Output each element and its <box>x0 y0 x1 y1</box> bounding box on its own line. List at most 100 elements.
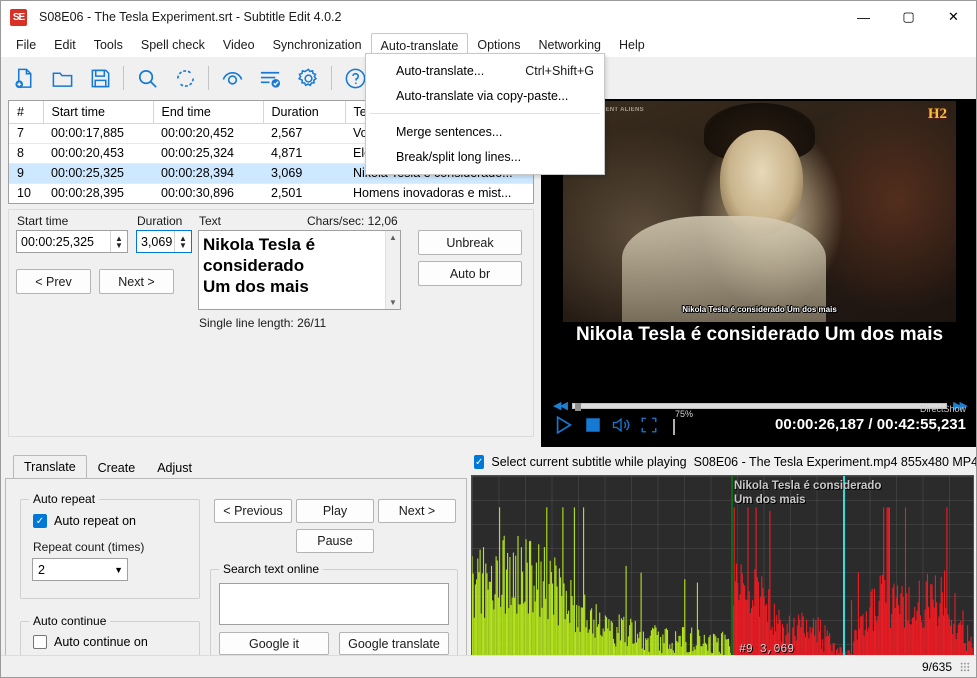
subtitle-text-value: Nikola Tesla é considerado Um dos mais <box>203 235 316 296</box>
start-time-stepper[interactable]: ▲ ▼ <box>110 231 127 252</box>
previous-button[interactable]: < Previous <box>214 499 292 523</box>
cell-end-time: 00:00:30,896 <box>153 183 263 203</box>
stop-icon[interactable] <box>584 416 602 437</box>
video-engine-label: DirectShow <box>919 404 966 414</box>
search-text-input[interactable] <box>219 583 449 625</box>
media-file-info: S08E06 - The Tesla Experiment.mp4 855x48… <box>693 455 977 469</box>
select-current-subtitle-checkbox[interactable]: ✓ <box>474 455 485 469</box>
play-icon[interactable] <box>553 414 575 439</box>
fullscreen-icon[interactable] <box>640 416 658 437</box>
rewind-icon[interactable]: ◀◀ <box>553 399 568 412</box>
menu-option-break-split-long-lines[interactable]: Break/split long lines... <box>366 144 604 169</box>
open-folder-icon[interactable] <box>43 59 81 97</box>
menu-item-spell-check[interactable]: Spell check <box>132 33 214 57</box>
scroll-down-icon[interactable]: ▼ <box>389 298 397 307</box>
seek-rail[interactable] <box>571 402 948 411</box>
text-scrollbar[interactable]: ▲ ▼ <box>385 231 400 309</box>
save-icon[interactable] <box>81 59 119 97</box>
duration-input[interactable]: 3,069 ▲ ▼ <box>136 230 192 253</box>
play-button[interactable]: Play <box>296 499 374 523</box>
seek-thumb[interactable] <box>574 402 581 411</box>
duration-label: Duration <box>137 214 183 228</box>
column-header-start-time[interactable]: Start time <box>43 101 154 124</box>
next-subtitle-button[interactable]: Next > <box>99 269 174 294</box>
volume-rail[interactable] <box>673 418 675 435</box>
minimize-button[interactable]: — <box>841 1 886 33</box>
table-row[interactable]: 10 00:00:28,395 00:00:30,896 2,501 Homen… <box>9 183 533 203</box>
video-frame[interactable]: NOWANCIENT ALIENS H2 Nikola Tesla é cons… <box>563 101 956 322</box>
auto-repeat-checkbox[interactable]: ✓ <box>33 514 47 528</box>
duration-stepper[interactable]: ▲ ▼ <box>174 231 191 252</box>
title-bar: SE S08E06 - The Tesla Experiment.srt - S… <box>1 1 976 33</box>
chars-per-sec-label: Chars/sec: 12,06 <box>307 214 398 228</box>
unbreak-button[interactable]: Unbreak <box>418 230 522 255</box>
menu-item-tools[interactable]: Tools <box>85 33 132 57</box>
stepper-down-icon: ▼ <box>115 240 123 250</box>
menu-option-label: Merge sentences... <box>396 124 503 139</box>
scroll-up-icon[interactable]: ▲ <box>389 233 397 242</box>
resize-grip[interactable] <box>960 661 970 672</box>
tab-create[interactable]: Create <box>87 456 147 479</box>
repeat-count-select[interactable]: 2 ▼ <box>32 558 128 581</box>
menu-option-merge-sentences[interactable]: Merge sentences... <box>366 119 604 144</box>
column-header-duration[interactable]: Duration <box>263 101 346 124</box>
search-text-value <box>220 584 448 590</box>
menu-item-help[interactable]: Help <box>610 33 654 57</box>
search-icon[interactable] <box>128 59 166 97</box>
waveform-header: ✓ Select current subtitle while playing … <box>467 451 977 473</box>
menu-separator <box>370 113 600 114</box>
window-controls: — ▢ ✕ <box>841 1 976 33</box>
menu-option-auto-translate-copy-paste[interactable]: Auto-translate via copy-paste... <box>366 83 604 108</box>
maximize-button[interactable]: ▢ <box>886 1 931 33</box>
cell-end-time: 00:00:25,324 <box>153 143 263 164</box>
google-it-button[interactable]: Google it <box>219 632 329 655</box>
waveform-graph <box>472 507 973 676</box>
auto-repeat-checkbox-row[interactable]: ✓ Auto repeat on <box>33 514 136 528</box>
toolbar-separator <box>331 66 332 90</box>
start-time-input[interactable]: 00:00:25,325 ▲ ▼ <box>16 230 128 253</box>
new-file-icon[interactable] <box>5 59 43 97</box>
auto-br-button[interactable]: Auto br <box>418 261 522 286</box>
prev-subtitle-button[interactable]: < Prev <box>16 269 91 294</box>
volume-icon[interactable] <box>611 415 631 438</box>
waveform-subtitle-text: Nikola Tesla é considerado Um dos mais <box>734 480 882 506</box>
pause-button[interactable]: Pause <box>296 529 374 553</box>
waveform-display[interactable]: Nikola Tesla é considerado Um dos mais #… <box>471 475 974 677</box>
chevron-down-icon: ▼ <box>114 564 123 575</box>
tab-panel-translate: Auto repeat ✓ Auto repeat on Repeat coun… <box>5 478 467 677</box>
tab-translate[interactable]: Translate <box>13 455 87 479</box>
subtitle-text-input[interactable]: Nikola Tesla é considerado Um dos mais ▲… <box>198 230 401 310</box>
app-icon: SE <box>10 8 27 26</box>
settings-gear-icon[interactable] <box>289 59 327 97</box>
replace-icon[interactable] <box>166 59 204 97</box>
video-image <box>563 101 956 322</box>
duration-value: 3,069 <box>141 234 173 249</box>
menu-option-auto-translate[interactable]: Auto-translate... Ctrl+Shift+G <box>366 58 604 83</box>
video-seek-bar[interactable]: ◀◀ ▶▶ <box>553 399 968 412</box>
subtitle-edit-panel: Start time 00:00:25,325 ▲ ▼ Duration 3,0… <box>8 209 534 437</box>
subtitle-start-marker[interactable] <box>731 476 733 676</box>
close-button[interactable]: ✕ <box>931 1 976 33</box>
auto-continue-checkbox[interactable] <box>33 635 47 649</box>
spell-check-icon[interactable] <box>251 59 289 97</box>
visual-sync-icon[interactable] <box>213 59 251 97</box>
tab-adjust[interactable]: Adjust <box>146 456 203 479</box>
menu-item-synchronization[interactable]: Synchronization <box>264 33 371 57</box>
menu-option-label: Break/split long lines... <box>396 149 522 164</box>
menu-option-label: Auto-translate... <box>396 63 485 78</box>
google-translate-button[interactable]: Google translate <box>339 632 449 655</box>
bottom-tool-pane: Translate Create Adjust Auto repeat ✓ Au… <box>5 454 467 677</box>
video-controls: 75% <box>553 409 693 439</box>
auto-continue-label: Auto continue on <box>54 635 148 649</box>
menu-item-file[interactable]: File <box>7 33 45 57</box>
auto-continue-checkbox-row[interactable]: Auto continue on <box>33 635 148 649</box>
column-header-end-time[interactable]: End time <box>153 101 264 124</box>
menu-item-video[interactable]: Video <box>214 33 264 57</box>
search-online-group-title: Search text online <box>219 562 324 576</box>
cell-duration: 4,871 <box>263 143 345 164</box>
cell-number: 9 <box>9 163 43 184</box>
column-header-number[interactable]: # <box>9 101 44 124</box>
next-button[interactable]: Next > <box>378 499 456 523</box>
volume-slider[interactable]: 75% <box>673 409 693 435</box>
menu-item-edit[interactable]: Edit <box>45 33 85 57</box>
